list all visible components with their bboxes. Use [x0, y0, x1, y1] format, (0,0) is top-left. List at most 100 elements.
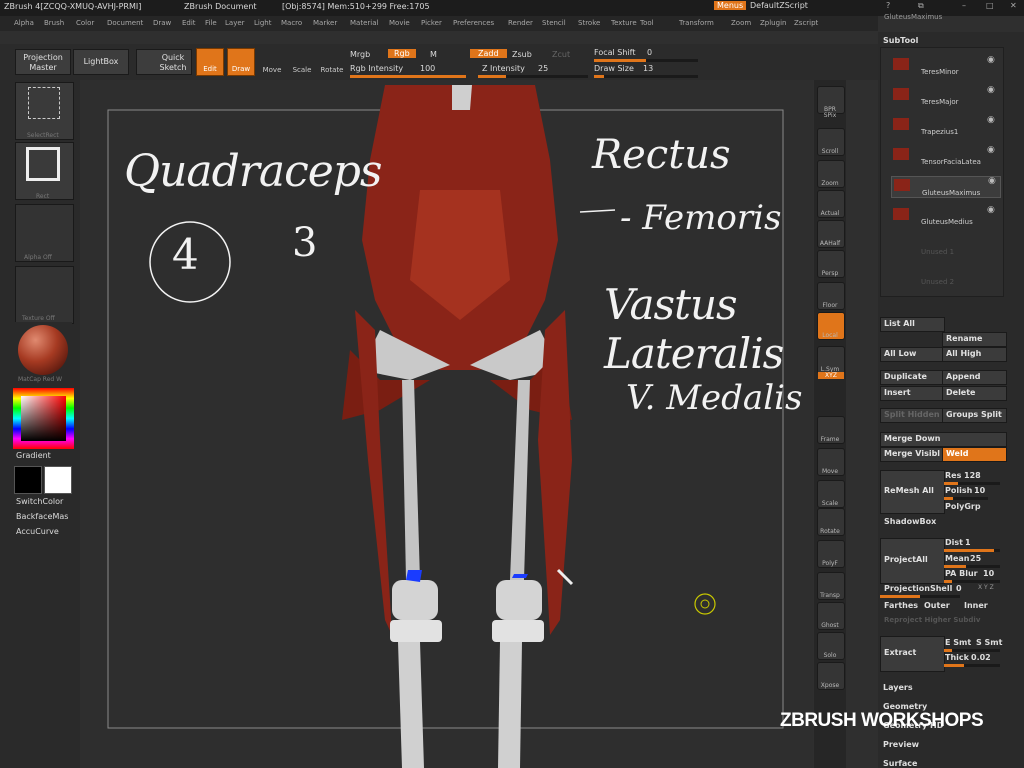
dist-slider[interactable] — [944, 549, 1000, 552]
subtool-item[interactable]: ◉ Trapezius1 — [891, 115, 1001, 138]
duplicate-button[interactable]: Duplicate — [880, 370, 945, 385]
menu-document[interactable]: Document — [107, 19, 143, 27]
menu-material[interactable]: Material — [350, 19, 378, 27]
weld-toggle[interactable]: Weld — [942, 447, 1007, 462]
restore-icon[interactable]: ⧉ — [918, 1, 924, 11]
menu-brush[interactable]: Brush — [44, 19, 64, 27]
draw-button[interactable]: Draw — [227, 48, 255, 76]
mean-slider[interactable] — [944, 565, 1000, 568]
material-slot[interactable] — [15, 322, 72, 382]
projection-master-button[interactable]: Projection Master — [15, 49, 71, 75]
menu-macro[interactable]: Macro — [281, 19, 302, 27]
menu-preferences[interactable]: Preferences — [453, 19, 494, 27]
visibility-eye-icon[interactable]: ◉ — [987, 85, 995, 95]
all-high-button[interactable]: All High — [942, 347, 1007, 362]
gradient-label[interactable]: Gradient — [16, 451, 51, 460]
menu-texture[interactable]: Texture — [611, 19, 637, 27]
menu-transform[interactable]: Transform — [679, 19, 714, 27]
move-button[interactable]: Move — [258, 48, 286, 76]
help-icon[interactable]: ? — [886, 1, 890, 10]
mrgb-button[interactable]: Mrgb — [350, 50, 370, 59]
inner-button[interactable]: Inner — [964, 601, 988, 610]
menus-button[interactable]: Menus — [714, 1, 747, 10]
rgb-button[interactable]: Rgb — [388, 49, 416, 58]
zsub-button[interactable]: Zsub — [512, 50, 532, 59]
color-picker[interactable] — [13, 388, 74, 449]
visibility-eye-icon[interactable]: ◉ — [987, 145, 995, 155]
rgb-intensity-slider[interactable] — [350, 75, 466, 78]
menu-marker[interactable]: Marker — [313, 19, 337, 27]
outer-button[interactable]: Outer — [924, 601, 950, 610]
quick-sketch-button[interactable]: Quick Sketch — [136, 49, 192, 75]
visibility-eye-icon[interactable]: ◉ — [987, 115, 995, 125]
list-all-button[interactable]: List All — [880, 317, 945, 332]
edit-button[interactable]: Edit — [196, 48, 224, 76]
zcut-button[interactable]: Zcut — [552, 50, 570, 59]
menu-layer[interactable]: Layer — [225, 19, 245, 27]
menu-edit[interactable]: Edit — [182, 19, 196, 27]
preview-section[interactable]: Preview — [883, 740, 919, 749]
close-icon[interactable]: ✕ — [1010, 1, 1017, 10]
layers-section[interactable]: Layers — [883, 683, 913, 692]
delete-button[interactable]: Delete — [942, 386, 1007, 401]
subtool-item[interactable]: ◉ TeresMinor — [891, 55, 1001, 78]
projection-shell-slider[interactable] — [880, 595, 960, 598]
subtool-item[interactable]: ◉ GluteusMaximus — [891, 176, 1001, 198]
menu-movie[interactable]: Movie — [389, 19, 410, 27]
smt-sliders[interactable] — [944, 649, 1000, 652]
rename-button[interactable]: Rename — [942, 332, 1007, 347]
menu-draw[interactable]: Draw — [153, 19, 171, 27]
surface-section[interactable]: Surface — [883, 759, 917, 768]
all-low-button[interactable]: All Low — [880, 347, 945, 362]
append-button[interactable]: Append — [942, 370, 1007, 385]
default-zscript-button[interactable]: DefaultZScript — [750, 1, 808, 10]
subtool-title[interactable]: SubTool — [883, 36, 918, 45]
merge-visible-button[interactable]: Merge Visibl — [880, 447, 945, 462]
maximize-icon[interactable]: □ — [986, 1, 994, 10]
minimize-icon[interactable]: – — [962, 1, 966, 10]
thick-slider[interactable] — [944, 664, 1000, 667]
insert-button[interactable]: Insert — [880, 386, 945, 401]
subtool-item[interactable]: Unused 2 — [891, 266, 1001, 288]
res-slider[interactable] — [944, 482, 1000, 485]
main-color-swatch[interactable] — [44, 466, 72, 494]
project-all-button[interactable]: ProjectAll — [880, 538, 945, 584]
menu-zplugin[interactable]: Zplugin — [760, 19, 786, 27]
menu-zoom[interactable]: Zoom — [731, 19, 751, 27]
menu-file[interactable]: File — [205, 19, 217, 27]
m-button[interactable]: M — [430, 50, 437, 59]
subtool-item[interactable]: ◉ GluteusMedius — [891, 205, 1001, 228]
accucurve-button[interactable]: AccuCurve — [16, 527, 59, 536]
projection-axis-label[interactable]: X Y Z — [978, 584, 994, 591]
shelf-spix-label[interactable]: SPix — [814, 112, 846, 119]
subtool-item[interactable]: ◉ TeresMajor — [891, 85, 1001, 108]
shadowbox-button[interactable]: ShadowBox — [884, 517, 936, 526]
polish-slider[interactable] — [944, 497, 988, 500]
menu-color[interactable]: Color — [76, 19, 94, 27]
visibility-eye-icon[interactable]: ◉ — [987, 55, 995, 65]
secondary-color-swatch[interactable] — [14, 466, 42, 494]
scale-button[interactable]: Scale — [288, 48, 316, 76]
menu-zscript[interactable]: Zscript — [794, 19, 818, 27]
z-intensity-slider[interactable] — [478, 75, 588, 78]
pa-blur-slider[interactable] — [944, 580, 1000, 583]
farthest-button[interactable]: Farthes — [884, 601, 918, 610]
menu-picker[interactable]: Picker — [421, 19, 442, 27]
menu-alpha[interactable]: Alpha — [14, 19, 34, 27]
split-hidden-button[interactable]: Split Hidden — [880, 408, 945, 423]
menu-render[interactable]: Render — [508, 19, 533, 27]
menu-stencil[interactable]: Stencil — [542, 19, 566, 27]
remesh-all-button[interactable]: ReMesh All — [880, 470, 945, 514]
shelf-xyz-label[interactable]: XYZ — [818, 372, 844, 379]
subtool-item[interactable]: ◉ TensorFaciaLatea — [891, 145, 1001, 168]
draw-size-slider[interactable] — [594, 75, 698, 78]
extract-button[interactable]: Extract — [880, 636, 945, 672]
visibility-eye-icon[interactable]: ◉ — [987, 205, 995, 215]
zadd-button[interactable]: Zadd — [470, 49, 507, 58]
backface-mask-button[interactable]: BackfaceMas — [16, 512, 68, 521]
polygrp-button[interactable]: PolyGrp — [945, 502, 981, 511]
menu-stroke[interactable]: Stroke — [578, 19, 600, 27]
stroke-rect[interactable] — [15, 142, 74, 200]
merge-down-button[interactable]: Merge Down — [880, 432, 1007, 447]
focal-shift-slider[interactable] — [594, 59, 698, 62]
